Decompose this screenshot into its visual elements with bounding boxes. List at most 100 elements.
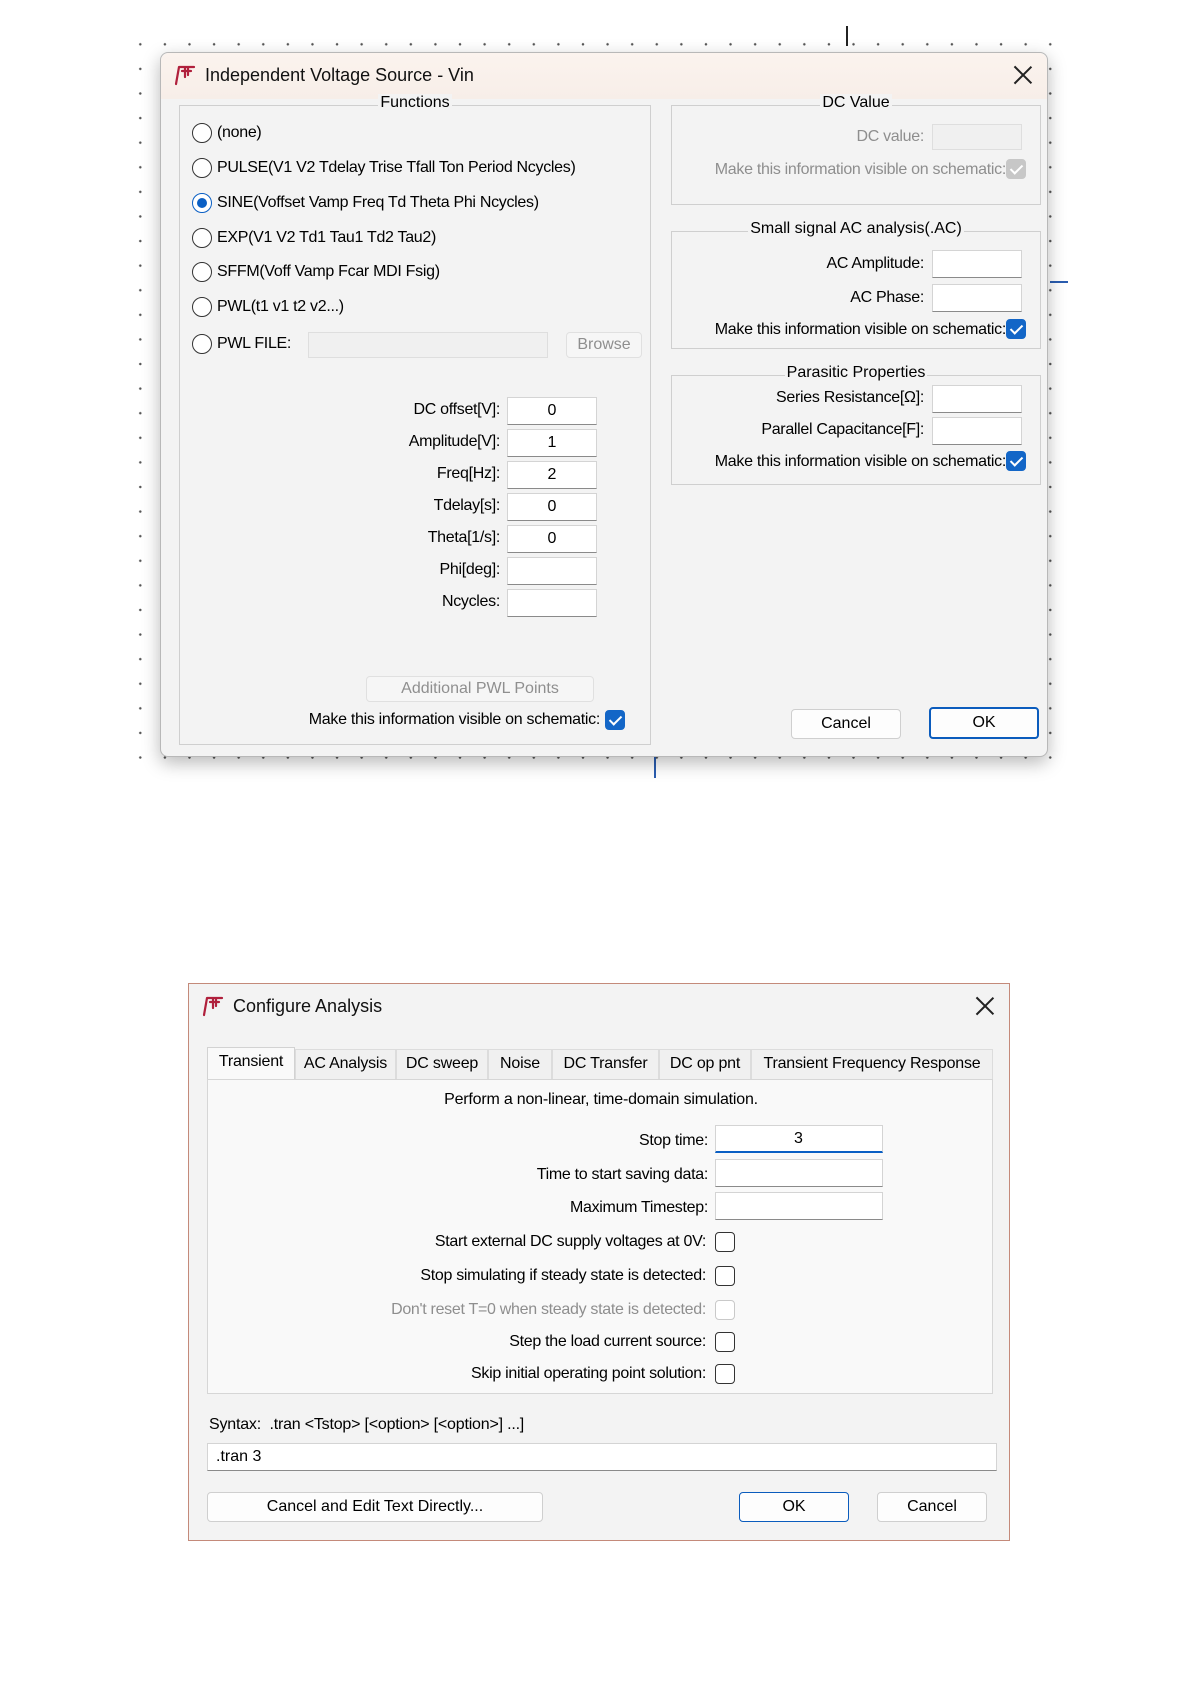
radio-button[interactable] xyxy=(192,228,212,248)
ac-group-title: Small signal AC analysis(.AC) xyxy=(748,220,964,237)
syntax-label: Syntax: .tran <Tstop> [<option> [<option… xyxy=(209,1416,525,1433)
skip-op-label: Skip initial operating point solution: xyxy=(471,1365,706,1382)
steady-state-checkbox[interactable] xyxy=(715,1266,735,1286)
ltspice-app-icon xyxy=(174,65,196,86)
configure-analysis-dialog: Configure Analysis Transient AC Analysis… xyxy=(188,983,1010,1541)
dc-visible-label: Make this information visible on schemat… xyxy=(714,161,1007,178)
schematic-wire xyxy=(846,26,848,46)
step-load-checkbox[interactable] xyxy=(715,1332,735,1352)
radio-label: PWL FILE: xyxy=(217,335,292,352)
schematic-wire xyxy=(654,754,656,778)
functions-visible-label: Make this information visible on schemat… xyxy=(308,711,601,728)
radio-button[interactable] xyxy=(192,297,212,317)
freq-input[interactable]: 2 xyxy=(507,461,597,489)
radio-button-selected[interactable] xyxy=(192,193,212,213)
functions-group-title: Functions xyxy=(378,94,452,111)
tab-transient[interactable]: Transient xyxy=(207,1047,295,1079)
parallel-capacitance-input[interactable] xyxy=(932,417,1022,445)
phi-input[interactable] xyxy=(507,557,597,585)
start-saving-input[interactable] xyxy=(715,1159,883,1187)
ac-amplitude-input[interactable] xyxy=(932,250,1022,278)
parallel-capacitance-label: Parallel Capacitance[F]: xyxy=(761,421,924,438)
radio-label: SINE(Voffset Vamp Freq Td Theta Phi Ncyc… xyxy=(217,194,539,211)
cancel-button[interactable]: Cancel xyxy=(877,1492,987,1522)
max-timestep-label: Maximum Timestep: xyxy=(569,1199,708,1216)
radio-label: PULSE(V1 V2 Tdelay Trise Tfall Ton Perio… xyxy=(217,159,576,176)
theta-input[interactable]: 0 xyxy=(507,525,597,553)
start-saving-label: Time to start saving data: xyxy=(536,1166,709,1183)
functions-visible-checkbox[interactable] xyxy=(605,710,625,730)
dc-value-group-title: DC Value xyxy=(820,94,892,111)
pwl-file-path-input[interactable] xyxy=(308,332,548,358)
command-text-field[interactable]: .tran 3 xyxy=(207,1443,997,1471)
skip-op-checkbox[interactable] xyxy=(715,1364,735,1384)
close-icon[interactable] xyxy=(1009,61,1037,89)
radio-button[interactable] xyxy=(192,334,212,354)
edit-text-directly-button[interactable]: Cancel and Edit Text Directly... xyxy=(207,1492,543,1522)
step-load-label: Step the load current source: xyxy=(509,1333,706,1350)
ltspice-app-icon xyxy=(202,996,224,1017)
ac-visible-checkbox[interactable] xyxy=(1006,319,1026,339)
close-icon[interactable] xyxy=(971,992,999,1020)
ncycles-label: Ncycles: xyxy=(441,593,500,610)
browse-button[interactable]: Browse xyxy=(566,332,642,358)
radio-label: (none) xyxy=(217,124,262,141)
tab-dc-sweep[interactable]: DC sweep xyxy=(396,1049,488,1079)
transient-tab-panel: Perform a non-linear, time-domain simula… xyxy=(207,1079,993,1394)
ac-amplitude-label: AC Amplitude: xyxy=(826,255,925,272)
radio-label: PWL(t1 v1 t2 v2...) xyxy=(217,298,344,315)
amplitude-label: Amplitude[V]: xyxy=(408,433,501,450)
series-resistance-label: Series Resistance[Ω]: xyxy=(776,389,924,406)
dc-value-label: DC value: xyxy=(856,128,924,145)
radio-label: EXP(V1 V2 Td1 Tau1 Td2 Tau2) xyxy=(217,229,437,246)
theta-label: Theta[1/s]: xyxy=(427,529,501,546)
dc-offset-input[interactable]: 0 xyxy=(507,397,597,425)
dc-value-group: DC Value DC value: Make this information… xyxy=(671,94,1041,205)
dc-offset-label: DC offset[V]: xyxy=(413,401,500,418)
parasitic-visible-checkbox[interactable] xyxy=(1006,451,1026,471)
ok-button[interactable]: OK xyxy=(929,707,1039,739)
analysis-tabs: Transient AC Analysis DC sweep Noise DC … xyxy=(207,1047,993,1081)
tab-noise[interactable]: Noise xyxy=(488,1049,552,1079)
stop-time-label: Stop time: xyxy=(638,1132,708,1149)
additional-pwl-points-button[interactable]: Additional PWL Points xyxy=(366,676,594,702)
series-resistance-input[interactable] xyxy=(932,385,1022,413)
radio-button[interactable] xyxy=(192,262,212,282)
ok-button[interactable]: OK xyxy=(739,1492,849,1522)
amplitude-input[interactable]: 1 xyxy=(507,429,597,457)
radio-label: SFFM(Voff Vamp Fcar MDI Fsig) xyxy=(217,263,440,280)
functions-group: Functions (none) PULSE(V1 V2 Tdelay Tris… xyxy=(179,94,651,745)
tab-ac-analysis[interactable]: AC Analysis xyxy=(295,1049,396,1079)
freq-label: Freq[Hz]: xyxy=(436,465,500,482)
ac-phase-input[interactable] xyxy=(932,284,1022,312)
voltage-source-dialog: Independent Voltage Source - Vin Functio… xyxy=(160,52,1048,757)
cancel-button[interactable]: Cancel xyxy=(791,709,901,739)
parasitic-group-title: Parasitic Properties xyxy=(784,364,928,381)
parasitic-group: Parasitic Properties Series Resistance[Ω… xyxy=(671,364,1041,485)
dont-reset-checkbox[interactable] xyxy=(715,1300,735,1320)
tab-transient-frequency-response[interactable]: Transient Frequency Response xyxy=(751,1049,993,1079)
dc-visible-checkbox[interactable] xyxy=(1006,159,1026,179)
tab-dc-op-pnt[interactable]: DC op pnt xyxy=(659,1049,751,1079)
max-timestep-input[interactable] xyxy=(715,1192,883,1220)
tdelay-input[interactable]: 0 xyxy=(507,493,597,521)
ac-visible-label: Make this information visible on schemat… xyxy=(714,321,1007,338)
dont-reset-label: Don't reset T=0 when steady state is det… xyxy=(391,1301,706,1318)
phi-label: Phi[deg]: xyxy=(439,561,501,578)
tab-description: Perform a non-linear, time-domain simula… xyxy=(444,1091,758,1108)
start-dc-zero-label: Start external DC supply voltages at 0V: xyxy=(434,1233,706,1250)
stop-time-input[interactable]: 3 xyxy=(715,1125,883,1153)
ncycles-input[interactable] xyxy=(507,589,597,617)
start-dc-zero-checkbox[interactable] xyxy=(715,1232,735,1252)
dialog-title: Configure Analysis xyxy=(233,996,383,1016)
ac-analysis-group: Small signal AC analysis(.AC) AC Amplitu… xyxy=(671,220,1041,349)
tdelay-label: Tdelay[s]: xyxy=(433,497,501,514)
radio-button[interactable] xyxy=(192,123,212,143)
dc-value-input[interactable] xyxy=(932,124,1022,150)
parasitic-visible-label: Make this information visible on schemat… xyxy=(714,453,1007,470)
radio-button[interactable] xyxy=(192,158,212,178)
tab-dc-transfer[interactable]: DC Transfer xyxy=(552,1049,659,1079)
ac-phase-label: AC Phase: xyxy=(850,289,924,306)
dialog-title: Independent Voltage Source - Vin xyxy=(205,65,474,85)
steady-state-label: Stop simulating if steady state is detec… xyxy=(420,1267,706,1284)
